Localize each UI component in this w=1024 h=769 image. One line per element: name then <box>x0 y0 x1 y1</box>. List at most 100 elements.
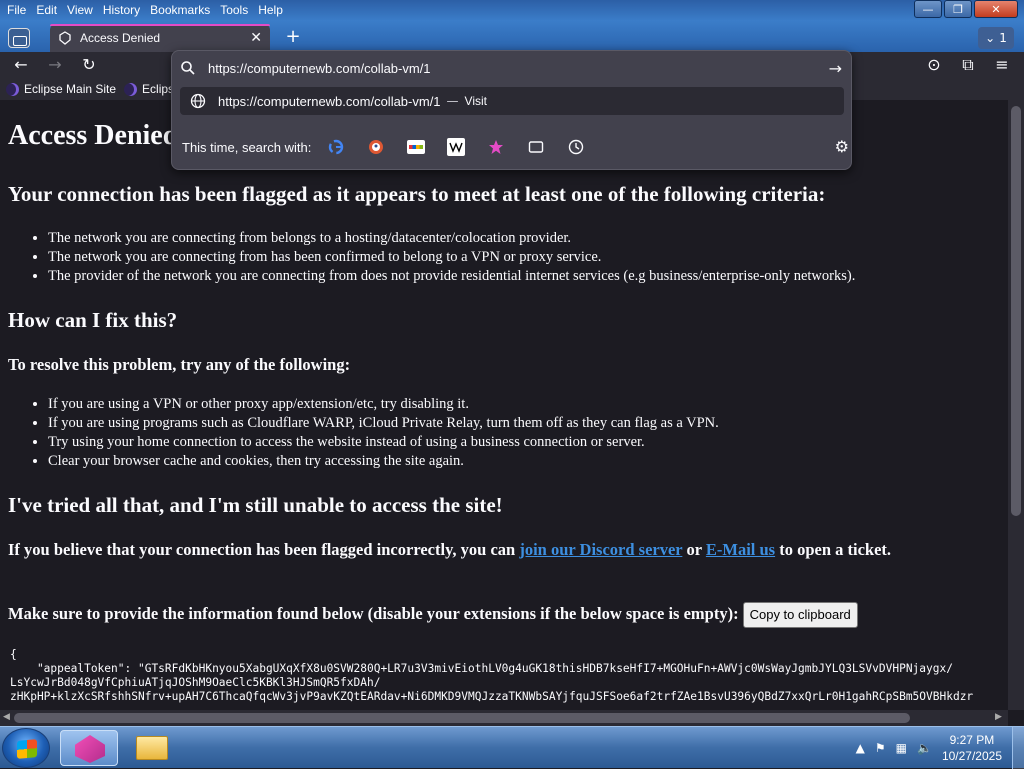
tabs-icon[interactable] <box>527 138 545 156</box>
menu-bookmarks[interactable]: Bookmarks <box>145 0 215 20</box>
menu-file[interactable]: File <box>2 0 31 20</box>
extensions-icon[interactable]: ⧉ <box>957 55 979 75</box>
network-icon[interactable]: ▦ <box>896 741 907 755</box>
criteria-list: The network you are connecting from belo… <box>0 229 855 286</box>
menu-tools[interactable]: Tools <box>215 0 253 20</box>
tab-access-denied[interactable]: Access Denied ✕ <box>50 24 270 52</box>
history-icon[interactable] <box>567 138 585 156</box>
list-item: The network you are connecting from has … <box>48 248 855 267</box>
bookmark-label: Eclipse Main Site <box>24 82 117 96</box>
forward-button[interactable]: → <box>44 55 66 75</box>
wikipedia-icon[interactable] <box>447 138 466 156</box>
resolve-heading: To resolve this problem, try any of the … <box>8 355 351 374</box>
tab-favicon-icon <box>59 31 71 45</box>
duckduckgo-icon[interactable] <box>367 138 385 156</box>
account-icon[interactable]: ⊙ <box>923 55 945 75</box>
globe-icon <box>190 93 206 109</box>
search-icon <box>181 61 195 75</box>
bookmark-eclipse-main[interactable]: Eclipse Main Site <box>6 82 116 96</box>
app-menu-icon[interactable]: ≡ <box>991 55 1013 75</box>
maximize-button[interactable]: ❐ <box>944 0 972 18</box>
menu-view[interactable]: View <box>62 0 98 20</box>
list-item: If you are using a VPN or other proxy ap… <box>48 395 719 414</box>
menu-help[interactable]: Help <box>253 0 288 20</box>
tab-count: 1 <box>999 31 1007 45</box>
scroll-right-icon[interactable]: ▶ <box>995 712 1002 722</box>
horizontal-scroll-thumb[interactable] <box>14 713 910 723</box>
vertical-scrollbar[interactable] <box>1008 100 1024 710</box>
google-icon[interactable] <box>327 138 345 156</box>
info-paragraph: Make sure to provide the information fou… <box>8 602 998 628</box>
search-engines-row: This time, search with: <box>182 135 842 159</box>
chevron-down-icon: ⌄ <box>985 31 996 45</box>
system-tray: ▲ ⚑ ▦ 🔈 9:27 PM 10/27/2025 <box>856 727 1024 769</box>
vertical-scroll-thumb[interactable] <box>1011 106 1021 516</box>
scroll-left-icon[interactable]: ◀ <box>3 712 10 722</box>
reload-button[interactable]: ↻ <box>78 55 100 75</box>
email-link[interactable]: E-Mail us <box>706 540 775 559</box>
show-desktop-button[interactable] <box>1012 727 1024 769</box>
suggestion-action: Visit <box>464 94 487 108</box>
page-content: Access Denied Your connection has been f… <box>0 100 1008 710</box>
appeal-token-code[interactable]: { "appealToken": "GTsRFdKbHKnyou5XabgUXq… <box>10 648 973 704</box>
bookmark-eclipse-2[interactable]: Eclips <box>124 82 174 96</box>
horizontal-scrollbar[interactable]: ◀ ▶ <box>0 710 1008 726</box>
list-item: The network you are connecting from belo… <box>48 229 855 248</box>
list-all-tabs-button[interactable]: ⌄ 1 <box>978 27 1014 49</box>
url-input[interactable]: https://computernewb.com/collab-vm/1 <box>208 61 829 76</box>
volume-icon[interactable]: 🔈 <box>917 741 932 755</box>
browser-titlebar: File Edit View History Bookmarks Tools H… <box>0 0 1024 52</box>
copy-to-clipboard-button[interactable]: Copy to clipboard <box>742 602 858 628</box>
suggestion-separator: — <box>446 94 459 108</box>
browser-logo-icon <box>75 735 105 763</box>
eclipse-icon <box>6 82 19 96</box>
tab-close-icon[interactable]: ✕ <box>250 30 262 46</box>
flagged-text-pre: If you believe that your connection has … <box>8 540 520 559</box>
eclipse-icon <box>124 82 138 96</box>
tab-accent-line <box>50 24 270 26</box>
suggestion-url: https://computernewb.com/collab-vm/1 <box>218 93 441 109</box>
menu-history[interactable]: History <box>98 0 145 20</box>
bookmarks-icon[interactable] <box>487 138 505 156</box>
tab-strip: Access Denied ✕ + ⌄ 1 <box>0 24 1024 52</box>
firefox-view-icon[interactable] <box>8 28 30 48</box>
list-item: Clear your browser cache and cookies, th… <box>48 452 719 471</box>
tab-title: Access Denied <box>80 31 161 45</box>
clock[interactable]: 9:27 PM 10/27/2025 <box>942 732 1002 764</box>
list-item: Try using your home connection to access… <box>48 433 719 452</box>
gear-icon[interactable]: ⚙ <box>835 137 849 156</box>
close-window-button[interactable]: ✕ <box>974 0 1018 18</box>
fix-heading: How can I fix this? <box>8 308 178 332</box>
ebay-icon[interactable] <box>407 138 426 156</box>
flagged-paragraph: If you believe that your connection has … <box>8 539 998 561</box>
list-item: The provider of the network you are conn… <box>48 267 855 286</box>
flagged-text-or: or <box>682 540 706 559</box>
menu-bar: File Edit View History Bookmarks Tools H… <box>0 0 288 20</box>
taskbar-explorer[interactable] <box>124 730 182 766</box>
taskbar: ▲ ⚑ ▦ 🔈 9:27 PM 10/27/2025 <box>0 726 1024 769</box>
discord-link[interactable]: join our Discord server <box>519 540 682 559</box>
tried-heading: I've tried all that, and I'm still unabl… <box>8 493 503 517</box>
start-button[interactable] <box>2 728 50 768</box>
minimize-button[interactable]: — <box>914 0 942 18</box>
urlbar[interactable]: https://computernewb.com/collab-vm/1 → <box>180 55 844 81</box>
back-button[interactable]: ← <box>10 55 32 75</box>
menu-edit[interactable]: Edit <box>31 0 62 20</box>
folder-icon <box>136 736 168 760</box>
criteria-heading: Your connection has been flagged as it a… <box>8 182 826 206</box>
engines-label: This time, search with: <box>182 139 312 155</box>
url-suggestion[interactable]: https://computernewb.com/collab-vm/1 — V… <box>180 87 844 115</box>
page-title: Access Denied <box>8 120 179 151</box>
taskbar-firefox[interactable] <box>60 730 118 766</box>
window-controls: — ❐ ✕ <box>914 0 1018 18</box>
list-item: If you are using programs such as Cloudf… <box>48 414 719 433</box>
clock-time: 9:27 PM <box>949 733 995 747</box>
clock-date: 10/27/2025 <box>941 749 1002 763</box>
bookmark-label: Eclips <box>142 82 175 96</box>
flagged-text-post: to open a ticket. <box>775 540 892 559</box>
go-arrow-icon[interactable]: → <box>829 59 842 78</box>
tray-expand-icon[interactable]: ▲ <box>856 741 865 755</box>
urlbar-dropdown: https://computernewb.com/collab-vm/1 → h… <box>171 50 852 170</box>
new-tab-button[interactable]: + <box>282 28 304 48</box>
action-center-flag-icon[interactable]: ⚑ <box>875 741 886 755</box>
